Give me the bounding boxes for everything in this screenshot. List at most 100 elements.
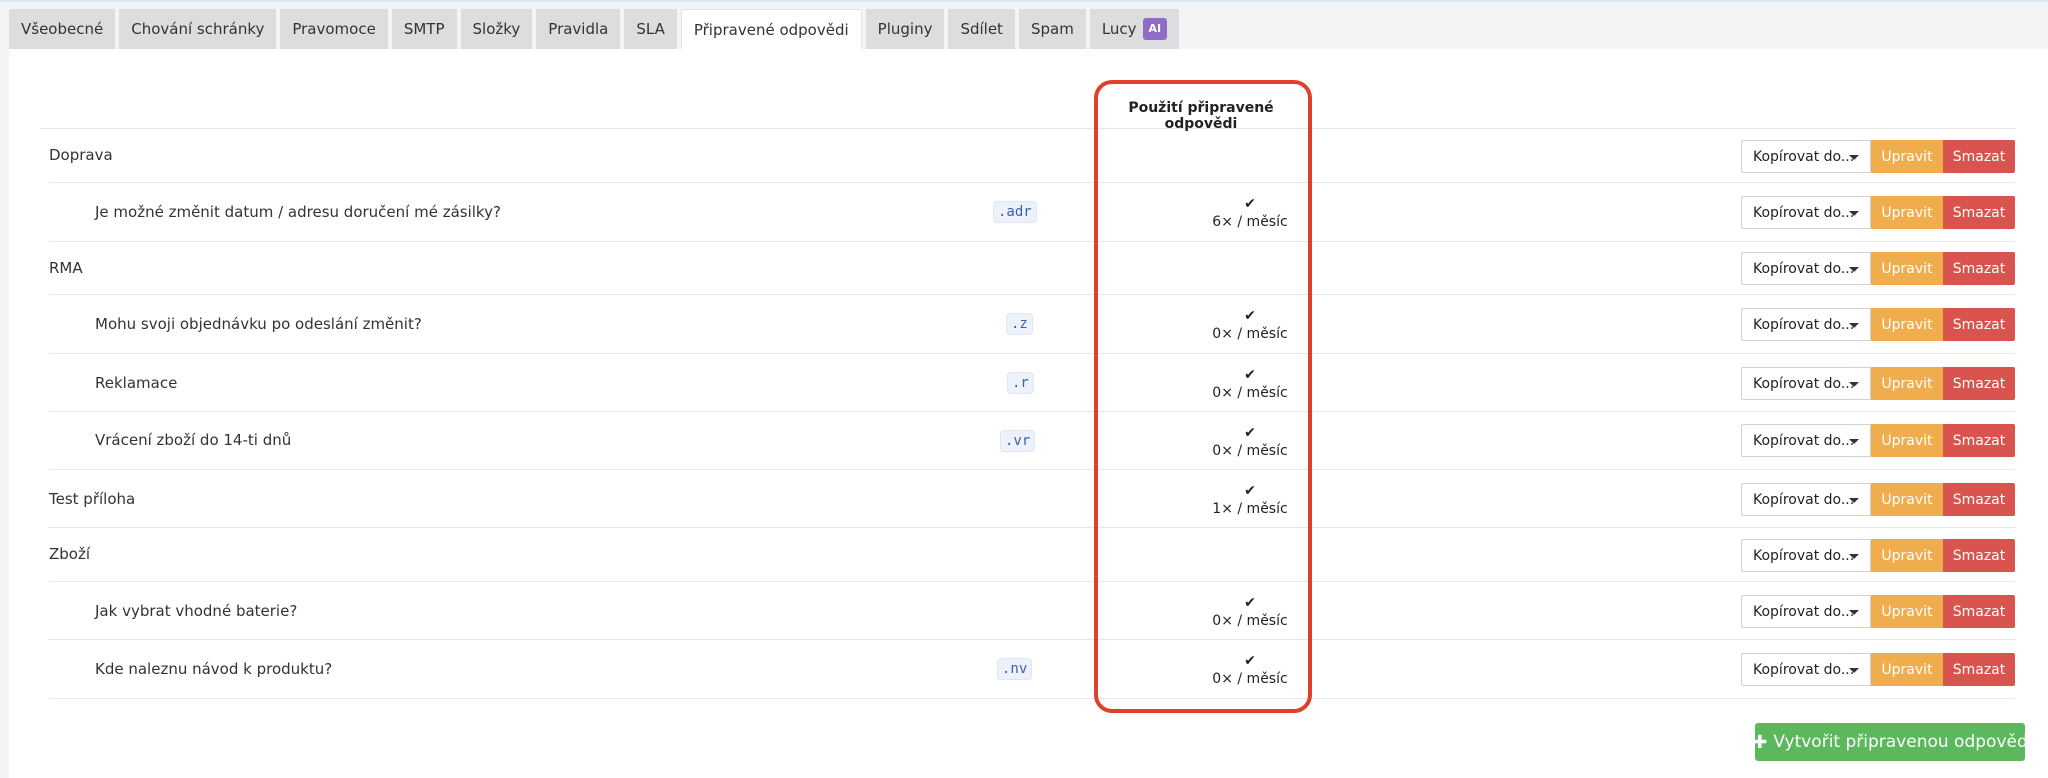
delete-button[interactable]: Smazat <box>1943 595 2015 628</box>
row-actions: Kopírovat do... Upravit Smazat <box>1741 653 2015 686</box>
usage-count: 0× / měsíc <box>1212 443 1288 459</box>
tab-label: Spam <box>1030 20 1074 38</box>
delete-button[interactable]: Smazat <box>1943 483 2015 516</box>
category-title: Zboží <box>49 545 91 563</box>
check-icon: ✔ <box>1244 196 1256 212</box>
delete-button[interactable]: Smazat <box>1943 196 2015 229</box>
tab-label: Všeobecné <box>21 20 104 38</box>
caret-down-icon <box>1849 554 1859 559</box>
table-row: Doprava Kopírovat do... Upravit Smazat <box>49 129 2015 183</box>
edit-button[interactable]: Upravit <box>1871 252 1943 285</box>
check-icon: ✔ <box>1244 595 1256 611</box>
tab-label: SMTP <box>403 20 445 38</box>
edit-button[interactable]: Upravit <box>1871 424 1943 457</box>
caret-down-icon <box>1849 155 1859 160</box>
caret-down-icon <box>1849 323 1859 328</box>
tab-pripravene-odpovedi[interactable]: Připravené odpovědi <box>680 9 862 50</box>
usage-count: 0× / měsíc <box>1212 613 1288 629</box>
copy-to-dropdown[interactable]: Kopírovat do... <box>1741 252 1871 285</box>
delete-button[interactable]: Smazat <box>1943 653 2015 686</box>
check-icon: ✔ <box>1244 367 1256 383</box>
usage-count: 0× / měsíc <box>1212 326 1288 342</box>
copy-to-dropdown[interactable]: Kopírovat do... <box>1741 653 1871 686</box>
tab-chovani-schranky[interactable]: Chování schránky <box>119 9 277 49</box>
tab-spam[interactable]: Spam <box>1018 9 1086 49</box>
copy-label: Kopírovat do... <box>1753 260 1855 277</box>
usage-count: 0× / měsíc <box>1212 385 1288 401</box>
tab-sdilet[interactable]: Sdílet <box>948 9 1015 49</box>
delete-button[interactable]: Smazat <box>1943 252 2015 285</box>
row-actions: Kopírovat do... Upravit Smazat <box>1741 196 2015 229</box>
table-header <box>40 78 2015 129</box>
tab-slozky[interactable]: Složky <box>460 9 533 49</box>
tab-pluginy[interactable]: Pluginy <box>865 9 945 49</box>
usage-cell: ✔ 6× / měsíc <box>1175 195 1325 231</box>
copy-label: Kopírovat do... <box>1753 204 1855 221</box>
tab-label: Pravomoce <box>292 20 376 38</box>
tab-pravomoce[interactable]: Pravomoce <box>280 9 388 49</box>
tab-label: Lucy <box>1101 20 1137 38</box>
delete-button[interactable]: Smazat <box>1943 140 2015 173</box>
tab-label: Pravidla <box>548 20 609 38</box>
copy-label: Kopírovat do... <box>1753 316 1855 333</box>
usage-cell: ✔ 0× / měsíc <box>1175 366 1325 402</box>
delete-button[interactable]: Smazat <box>1943 424 2015 457</box>
edit-button[interactable]: Upravit <box>1871 367 1943 400</box>
tab-label: Složky <box>472 20 521 38</box>
tab-label: SLA <box>636 20 665 38</box>
caret-down-icon <box>1849 439 1859 444</box>
copy-to-dropdown[interactable]: Kopírovat do... <box>1741 539 1871 572</box>
response-title: Kde naleznu návod k produktu? <box>95 660 333 678</box>
table-row: Kde naleznu návod k produktu? .nv ✔ 0× /… <box>49 640 2015 699</box>
copy-to-dropdown[interactable]: Kopírovat do... <box>1741 367 1871 400</box>
usage-count: 6× / měsíc <box>1212 214 1288 230</box>
copy-label: Kopírovat do... <box>1753 375 1855 392</box>
table-row: Reklamace .r ✔ 0× / měsíc Kopírovat do..… <box>49 354 2015 412</box>
delete-button[interactable]: Smazat <box>1943 539 2015 572</box>
copy-label: Kopírovat do... <box>1753 661 1855 678</box>
edit-button[interactable]: Upravit <box>1871 308 1943 341</box>
create-canned-response-button[interactable]: ✚ Vytvořit připravenou odpověď <box>1752 723 2028 761</box>
edit-button[interactable]: Upravit <box>1871 595 1943 628</box>
row-actions: Kopírovat do... Upravit Smazat <box>1741 539 2015 572</box>
check-icon: ✔ <box>1244 483 1256 499</box>
edit-button[interactable]: Upravit <box>1871 653 1943 686</box>
delete-button[interactable]: Smazat <box>1943 308 2015 341</box>
edit-button[interactable]: Upravit <box>1871 539 1943 572</box>
table-row: RMA Kopírovat do... Upravit Smazat <box>49 242 2015 295</box>
copy-to-dropdown[interactable]: Kopírovat do... <box>1741 196 1871 229</box>
row-actions: Kopírovat do... Upravit Smazat <box>1741 252 2015 285</box>
usage-cell: ✔ 0× / měsíc <box>1175 652 1325 688</box>
tab-lucy[interactable]: Lucy AI <box>1089 9 1180 49</box>
tab-sla[interactable]: SLA <box>624 9 677 49</box>
copy-to-dropdown[interactable]: Kopírovat do... <box>1741 424 1871 457</box>
usage-cell: ✔ 1× / měsíc <box>1175 482 1325 518</box>
table-row: Je možné změnit datum / adresu doručení … <box>49 183 2015 242</box>
top-border <box>0 0 2048 2</box>
usage-column-header: Použití připravené odpovědi <box>1128 100 1274 132</box>
response-title: Test příloha <box>49 490 136 508</box>
response-title: Je možné změnit datum / adresu doručení … <box>95 203 501 221</box>
tab-pravidla[interactable]: Pravidla <box>536 9 621 49</box>
tab-smtp[interactable]: SMTP <box>391 9 457 49</box>
check-icon: ✔ <box>1244 425 1256 441</box>
copy-to-dropdown[interactable]: Kopírovat do... <box>1741 308 1871 341</box>
table-row: Jak vybrat vhodné baterie? ✔ 0× / měsíc … <box>49 582 2015 640</box>
copy-to-dropdown[interactable]: Kopírovat do... <box>1741 140 1871 173</box>
caret-down-icon <box>1849 668 1859 673</box>
usage-cell: ✔ 0× / měsíc <box>1175 307 1325 343</box>
response-title: Jak vybrat vhodné baterie? <box>95 602 298 620</box>
copy-to-dropdown[interactable]: Kopírovat do... <box>1741 483 1871 516</box>
category-title: Doprava <box>49 146 113 164</box>
edit-button[interactable]: Upravit <box>1871 483 1943 516</box>
delete-button[interactable]: Smazat <box>1943 367 2015 400</box>
copy-label: Kopírovat do... <box>1753 603 1855 620</box>
edit-button[interactable]: Upravit <box>1871 196 1943 229</box>
edit-button[interactable]: Upravit <box>1871 140 1943 173</box>
tab-vseobecne[interactable]: Všeobecné <box>9 9 116 49</box>
caret-down-icon <box>1849 211 1859 216</box>
shortcut-badge: .adr <box>993 201 1037 223</box>
shortcut-badge: .r <box>1007 372 1034 394</box>
tab-label: Sdílet <box>960 20 1003 38</box>
copy-to-dropdown[interactable]: Kopírovat do... <box>1741 595 1871 628</box>
